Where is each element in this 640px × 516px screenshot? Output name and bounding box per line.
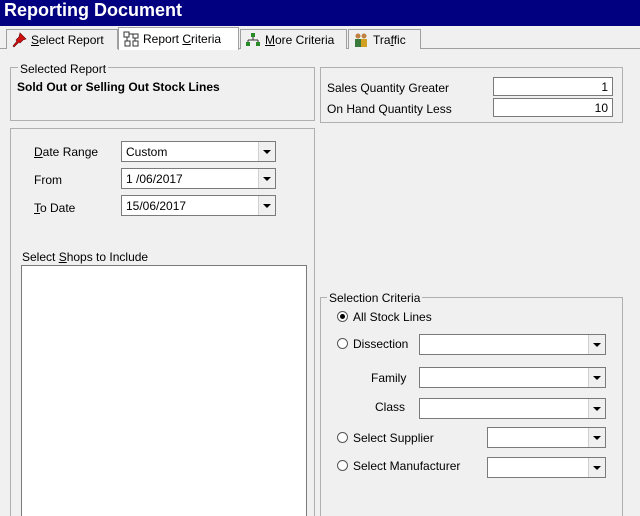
dissection-select[interactable] xyxy=(419,334,606,355)
tab-traffic-prefix: Tra xyxy=(373,32,391,47)
tab-select-report-accel: S xyxy=(31,32,40,47)
class-select[interactable] xyxy=(419,398,606,419)
from-date-picker[interactable]: 1 /06/2017 xyxy=(121,168,276,189)
tab-report-criteria[interactable]: Report Criteria xyxy=(118,27,239,50)
chevron-down-icon xyxy=(593,465,601,470)
dissection-label[interactable]: Dissection xyxy=(353,337,408,351)
chevron-down-icon xyxy=(593,406,601,411)
date-range-accel: D xyxy=(34,145,43,159)
family-select[interactable] xyxy=(419,367,606,388)
tab-select-report[interactable]: Select Report xyxy=(6,29,118,49)
to-date-label: To Date xyxy=(34,201,75,215)
class-label: Class xyxy=(375,400,406,414)
sales-quantity-label: Sales Quantity Greater xyxy=(327,81,450,95)
date-range-value: Custom xyxy=(126,145,168,159)
from-date-label: From xyxy=(34,173,62,187)
chevron-down-icon xyxy=(263,149,271,154)
select-shops-label: Select Shops to Include xyxy=(22,250,148,264)
report-criteria-icon xyxy=(123,31,139,47)
dissection-radio[interactable] xyxy=(337,338,348,349)
tab-more-criteria-label: ore Criteria xyxy=(275,32,335,47)
manufacturer-select[interactable] xyxy=(487,457,606,478)
all-stock-lines-label[interactable]: All Stock Lines xyxy=(353,310,432,324)
supplier-dropdown-button[interactable] xyxy=(588,428,605,447)
select-supplier-radio[interactable] xyxy=(337,432,348,443)
date-range-select[interactable]: Custom xyxy=(121,141,276,162)
to-date-text: o Date xyxy=(40,201,76,215)
manufacturer-dropdown-button[interactable] xyxy=(588,458,605,477)
people-icon xyxy=(353,32,369,48)
tab-more-criteria[interactable]: More Criteria xyxy=(240,29,347,49)
tab-report-criteria-prefix: Report xyxy=(143,32,183,46)
on-hand-quantity-field[interactable]: 10 xyxy=(493,98,613,117)
sales-quantity-field[interactable]: 1 xyxy=(493,77,613,96)
more-criteria-icon xyxy=(245,32,261,48)
to-date-value: 15/06/2017 xyxy=(126,199,187,213)
select-shops-text: hops to Include xyxy=(66,250,149,264)
tab-select-report-label: elect Report xyxy=(39,32,104,47)
select-shops-accel: S xyxy=(58,250,67,264)
supplier-select[interactable] xyxy=(487,427,606,448)
shops-listbox[interactable] xyxy=(21,265,307,516)
to-date-dropdown-button[interactable] xyxy=(258,196,275,215)
selected-report-group-title: Selected Report xyxy=(18,62,109,76)
from-date-value: 1 /06/2017 xyxy=(126,172,183,186)
select-shops-prefix: Select xyxy=(22,250,59,264)
tab-report-criteria-label: riteria xyxy=(191,32,222,46)
date-range-label: Date Range xyxy=(34,145,98,159)
on-hand-quantity-label: On Hand Quantity Less xyxy=(327,102,452,116)
chevron-down-icon xyxy=(593,342,601,347)
tab-more-criteria-accel: M xyxy=(265,32,275,47)
family-dropdown-button[interactable] xyxy=(588,368,605,387)
to-date-picker[interactable]: 15/06/2017 xyxy=(121,195,276,216)
select-supplier-label[interactable]: Select Supplier xyxy=(353,431,434,445)
date-range-dropdown-button[interactable] xyxy=(258,142,275,161)
family-label: Family xyxy=(371,371,407,385)
tab-report-criteria-accel: C xyxy=(182,32,192,46)
tab-traffic-label: fic xyxy=(393,32,406,47)
select-manufacturer-label[interactable]: Select Manufacturer xyxy=(353,459,460,473)
dissection-dropdown-button[interactable] xyxy=(588,335,605,354)
pushpin-icon xyxy=(11,31,27,48)
selected-report-name: Sold Out or Selling Out Stock Lines xyxy=(17,80,220,94)
tab-strip: Select Report Report Criteria More Crite… xyxy=(0,26,640,50)
tab-traffic[interactable]: Traffic xyxy=(348,29,421,49)
chevron-down-icon xyxy=(263,203,271,208)
selection-criteria-title: Selection Criteria xyxy=(327,291,423,305)
date-range-text: ate Range xyxy=(42,145,99,159)
all-stock-lines-radio[interactable] xyxy=(337,311,348,322)
chevron-down-icon xyxy=(263,176,271,181)
window-title: Reporting Document xyxy=(0,0,640,26)
chevron-down-icon xyxy=(593,435,601,440)
select-manufacturer-radio[interactable] xyxy=(337,460,348,471)
class-dropdown-button[interactable] xyxy=(588,399,605,418)
chevron-down-icon xyxy=(593,375,601,380)
from-date-dropdown-button[interactable] xyxy=(258,169,275,188)
